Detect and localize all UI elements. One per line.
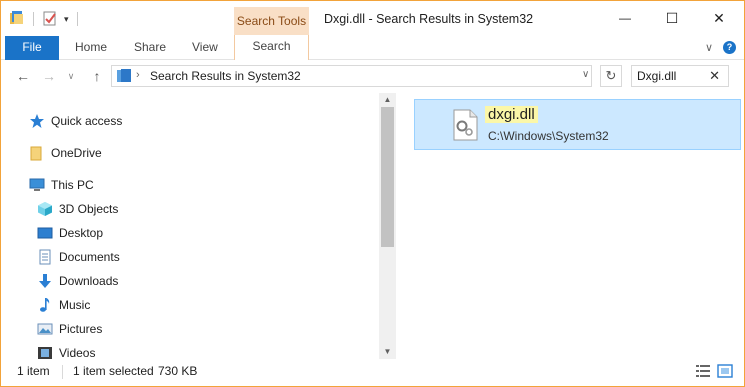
result-file-path: C:\Windows\System32	[488, 129, 609, 143]
download-icon	[37, 273, 53, 289]
ribbon-right-controls: ∨ ?	[705, 41, 736, 54]
results-pane: dxgi.dll C:\Windows\System32	[397, 93, 744, 359]
breadcrumb-search-results[interactable]: Search Results in System32	[150, 69, 301, 83]
star-icon	[29, 113, 45, 129]
ribbon-tabs: File Home Share View Search ∨ ?	[1, 35, 744, 60]
tab-search[interactable]: Search	[234, 35, 309, 60]
explorer-window: ▾ Search Tools Dxgi.dll - Search Results…	[0, 0, 745, 387]
item-count: 1 item	[17, 364, 50, 378]
folder-icon	[29, 145, 45, 161]
dll-file-icon	[451, 109, 479, 141]
minimize-button[interactable]: —	[601, 1, 649, 35]
tab-home[interactable]: Home	[75, 36, 107, 60]
expand-ribbon-icon[interactable]: ∨	[705, 41, 713, 54]
tab-file[interactable]: File	[5, 36, 59, 60]
sidebar-item-downloads[interactable]: Downloads	[37, 270, 118, 292]
computer-icon	[29, 177, 45, 193]
customize-toolbar-icon[interactable]: ▾	[64, 14, 69, 25]
navpane-scrollbar[interactable]: ▲ ▼	[379, 93, 396, 359]
sidebar-item-quick-access[interactable]: Quick access	[29, 110, 122, 132]
sidebar-item-desktop[interactable]: Desktop	[37, 222, 103, 244]
tab-share[interactable]: Share	[134, 36, 166, 60]
search-input[interactable]	[637, 66, 707, 86]
search-tools-context-tab: Search Tools	[234, 7, 309, 36]
result-file-name: dxgi.dll	[485, 106, 538, 123]
cube-icon	[37, 201, 53, 217]
up-button[interactable]: ↑	[87, 67, 107, 85]
toolbar-separator	[33, 12, 34, 26]
breadcrumb-chevron[interactable]: ›	[136, 69, 140, 81]
title-bar: ▾ Search Tools Dxgi.dll - Search Results…	[1, 1, 744, 36]
video-icon	[37, 345, 53, 361]
quick-access-toolbar: ▾	[9, 10, 80, 28]
maximize-button[interactable]: ☐	[648, 1, 696, 35]
help-icon[interactable]: ?	[723, 41, 736, 54]
refresh-button[interactable]: ↻	[600, 65, 622, 87]
back-button[interactable]: ←	[13, 67, 33, 85]
recent-locations-button[interactable]: ∨	[61, 67, 81, 85]
clear-search-icon[interactable]: ✕	[709, 68, 720, 84]
properties-icon[interactable]	[42, 10, 58, 29]
status-separator	[62, 365, 63, 379]
sidebar-item-3d-objects[interactable]: 3D Objects	[37, 198, 118, 220]
navigation-pane: Quick access OneDrive This PC 3D Objects…	[1, 93, 397, 361]
scroll-down-arrow-icon[interactable]: ▼	[379, 345, 396, 359]
selection-size: 730 KB	[158, 364, 198, 378]
document-icon	[37, 249, 53, 265]
sidebar-item-onedrive[interactable]: OneDrive	[29, 142, 102, 164]
toolbar-separator	[76, 12, 78, 26]
explorer-app-icon[interactable]	[9, 10, 25, 29]
search-box[interactable]: ✕	[631, 65, 729, 87]
address-bar[interactable]: › Search Results in System32 ∨	[111, 65, 592, 87]
sidebar-item-documents[interactable]: Documents	[37, 246, 120, 268]
pictures-icon	[37, 321, 53, 337]
window-title: Dxgi.dll - Search Results in System32	[324, 12, 534, 26]
scrollbar-thumb[interactable]	[381, 107, 394, 247]
sidebar-item-this-pc[interactable]: This PC	[29, 174, 94, 196]
navigation-row: ← → ∨ ↑ › Search Results in System32 ∨ ↻…	[1, 61, 744, 91]
close-button[interactable]: ✕	[695, 1, 743, 35]
search-result-item[interactable]: dxgi.dll C:\Windows\System32	[414, 99, 741, 150]
search-results-icon	[116, 68, 132, 87]
sidebar-item-pictures[interactable]: Pictures	[37, 318, 102, 340]
status-bar: 1 item 1 item selected 730 KB	[1, 361, 744, 386]
scroll-up-arrow-icon[interactable]: ▲	[379, 93, 396, 107]
tab-view[interactable]: View	[192, 36, 218, 60]
selection-info: 1 item selected	[73, 364, 154, 378]
large-icons-view-icon[interactable]	[717, 364, 733, 378]
address-dropdown-icon[interactable]: ∨	[582, 69, 589, 80]
sidebar-item-music[interactable]: Music	[37, 294, 90, 316]
forward-button[interactable]: →	[39, 67, 59, 85]
music-icon	[37, 297, 53, 313]
desktop-icon	[37, 225, 53, 241]
details-view-icon[interactable]	[695, 364, 711, 378]
